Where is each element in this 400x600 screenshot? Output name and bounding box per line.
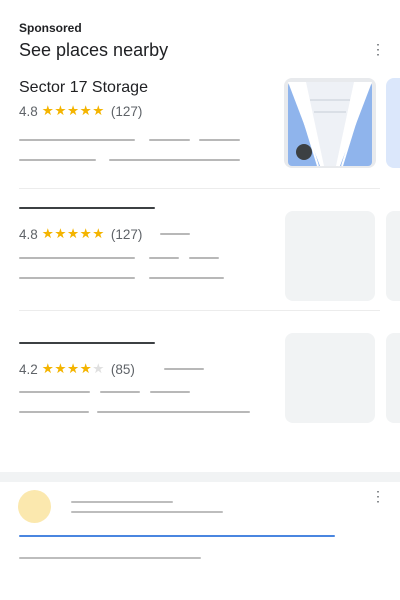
star-icon: ★ (92, 226, 105, 241)
rating-stars: ★★★★★ (42, 103, 105, 119)
placeholder-line (19, 391, 90, 393)
review-count: (127) (110, 226, 143, 242)
place-photo-placeholder[interactable] (386, 333, 400, 423)
placeholder-line (149, 257, 179, 259)
placeholder-line (19, 557, 201, 559)
placeholder-line (149, 277, 224, 279)
review-count: (85) (110, 361, 135, 377)
placeholder-line (19, 411, 89, 413)
rating-row: 4.8 ★★★★★ (127) (19, 103, 142, 119)
placeholder-line (164, 368, 204, 370)
placeholder-line (189, 257, 219, 259)
star-icon: ★ (54, 361, 67, 376)
rating-stars: ★★★★★ (42, 226, 105, 242)
rating-row: 4.2 ★★★★★ (85) (19, 361, 135, 377)
section-separator (0, 472, 400, 482)
rating-stars: ★★★★★ (42, 361, 105, 377)
placeholder-line (71, 511, 223, 513)
star-icon: ★ (92, 103, 105, 118)
placeholder-line (100, 391, 140, 393)
place-name[interactable]: Sector 17 Storage (19, 79, 148, 97)
section-title: See places nearby (19, 40, 169, 60)
star-icon: ★ (79, 103, 93, 118)
star-icon: ★ (79, 361, 93, 376)
review-count: (127) (110, 103, 143, 119)
place-photo-next[interactable] (386, 78, 400, 168)
sponsored-label: Sponsored (19, 21, 82, 35)
placeholder-line (150, 391, 190, 393)
star-icon: ★ (41, 361, 55, 376)
place-photo-placeholder[interactable] (386, 211, 400, 301)
place-photo-placeholder[interactable] (285, 211, 375, 301)
rating-row: 4.8 ★★★★★ (127) (19, 226, 142, 242)
star-icon: ★ (41, 103, 55, 118)
placeholder-line (149, 139, 190, 141)
place-name-placeholder (19, 342, 155, 344)
placeholder-line (19, 159, 96, 161)
star-icon: ★ (54, 103, 67, 118)
star-icon: ★ (67, 361, 80, 376)
rating-value: 4.2 (19, 361, 38, 377)
star-icon: ★ (67, 103, 80, 118)
more-vert-icon[interactable]: ⋮ (370, 488, 386, 504)
placeholder-line (19, 257, 135, 259)
placeholder-line (97, 411, 250, 413)
star-empty-icon: ★ (92, 361, 105, 376)
placeholder-line (19, 277, 135, 279)
avatar-icon[interactable] (18, 490, 51, 523)
more-vert-icon[interactable]: ⋮ (370, 41, 386, 57)
star-icon: ★ (54, 226, 67, 241)
divider (19, 188, 380, 189)
rating-value: 4.8 (19, 103, 38, 119)
placeholder-line (71, 501, 173, 503)
star-icon: ★ (67, 226, 80, 241)
star-icon: ★ (79, 226, 93, 241)
place-photo-placeholder[interactable] (285, 333, 375, 423)
rating-value: 4.8 (19, 226, 38, 242)
link-placeholder[interactable] (19, 535, 335, 537)
place-photo[interactable] (284, 78, 376, 168)
divider (19, 310, 380, 311)
star-icon: ★ (41, 226, 55, 241)
place-name-placeholder (19, 207, 155, 209)
placeholder-line (109, 159, 240, 161)
placeholder-line (19, 139, 135, 141)
placeholder-line (160, 233, 190, 235)
placeholder-line (199, 139, 240, 141)
